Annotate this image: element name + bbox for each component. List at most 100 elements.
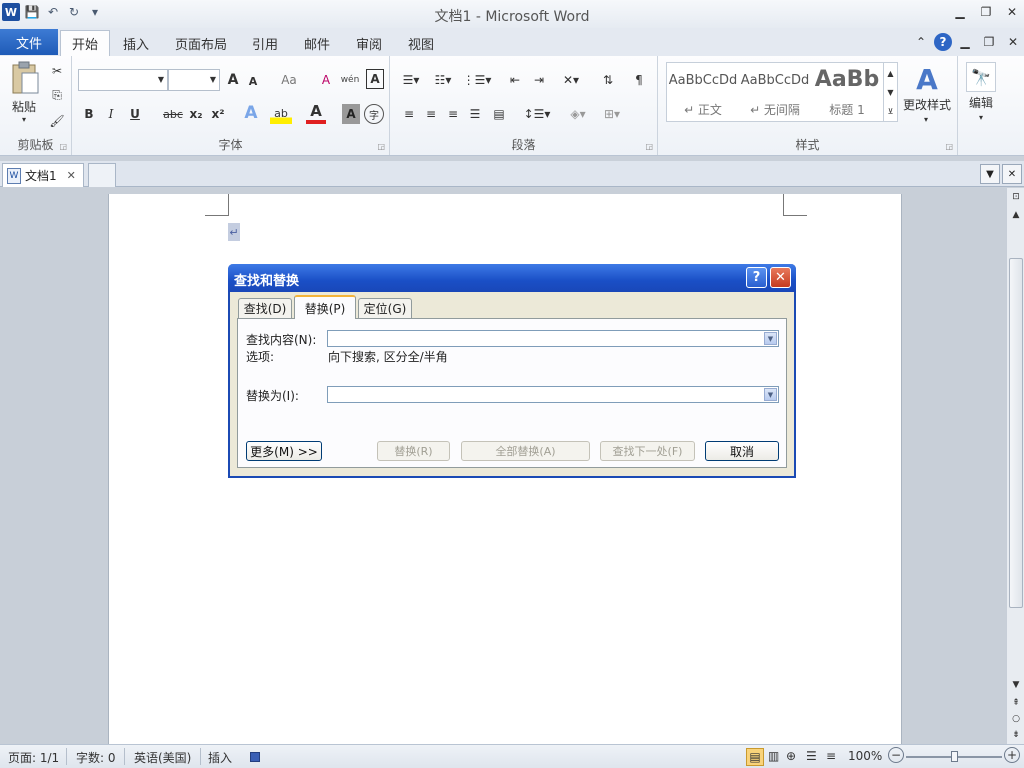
shading-icon[interactable]: ◈▾ xyxy=(562,103,594,125)
show-marks-icon[interactable]: ¶ xyxy=(628,69,650,91)
zoom-out-icon[interactable]: − xyxy=(888,747,904,763)
new-tab-button[interactable] xyxy=(88,163,116,187)
editing-dropdown-icon[interactable]: ▾ xyxy=(975,112,987,122)
grow-font-icon[interactable]: A xyxy=(224,69,242,91)
zoom-level[interactable]: 100% xyxy=(848,749,882,763)
replace-button[interactable]: 替换(R) xyxy=(377,441,450,461)
language-indicator[interactable]: 英语(美国) xyxy=(134,749,191,766)
cancel-button[interactable]: 取消 xyxy=(705,441,779,461)
italic-icon[interactable]: I xyxy=(102,104,120,124)
zoom-slider-thumb[interactable] xyxy=(951,751,958,762)
zoom-slider[interactable] xyxy=(906,751,1002,762)
zoom-in-icon[interactable]: + xyxy=(1004,747,1020,763)
print-layout-icon[interactable]: ▤ xyxy=(746,748,764,766)
distributed-icon[interactable]: ▤ xyxy=(488,103,510,125)
tab-insert[interactable]: 插入 xyxy=(114,30,158,56)
cut-icon[interactable]: ✂ xyxy=(48,62,66,80)
editing-button[interactable]: 编辑 xyxy=(962,94,1000,110)
tab-view[interactable]: 视图 xyxy=(400,30,442,56)
prev-page-icon[interactable]: ⇞ xyxy=(1009,696,1023,710)
line-spacing-icon[interactable]: ↕☰▾ xyxy=(522,103,552,125)
decrease-indent-icon[interactable]: ⇤ xyxy=(504,69,526,91)
find-binoculars-icon[interactable]: 🔭 xyxy=(966,62,996,92)
more-button[interactable]: 更多(M) >> xyxy=(246,441,322,461)
scroll-up-icon[interactable]: ▲ xyxy=(1009,208,1023,222)
justify-icon[interactable]: ☰ xyxy=(464,103,486,125)
highlight-icon[interactable]: ab xyxy=(270,102,292,124)
clear-format-icon[interactable]: A xyxy=(316,69,336,91)
style-no-spacing[interactable]: AaBbCcDd ↵ 无间隔 xyxy=(739,63,811,121)
doc-minimize-icon[interactable]: ▁ xyxy=(954,32,976,52)
style-normal[interactable]: AaBbCcDd ↵ 正文 xyxy=(667,63,739,121)
dialog-help-button[interactable]: ? xyxy=(746,267,767,288)
text-effect-icon[interactable]: A xyxy=(240,102,262,124)
font-color-icon[interactable]: A xyxy=(306,102,326,124)
tab-goto[interactable]: 定位(G) xyxy=(358,298,412,318)
doc-tab-active[interactable]: W 文档1 ✕ xyxy=(2,163,84,187)
tab-replace[interactable]: 替换(P) xyxy=(294,295,356,319)
outline-view-icon[interactable]: ☰ xyxy=(806,749,817,763)
tab-file[interactable]: 文件 xyxy=(0,29,58,55)
doc-tab-close-icon[interactable]: ✕ xyxy=(67,169,76,182)
style-more-icon[interactable]: ⊻ xyxy=(883,102,897,121)
change-styles-button[interactable]: 更改样式 xyxy=(900,96,954,112)
macro-record-icon[interactable] xyxy=(250,752,260,762)
styles-launcher-icon[interactable]: ◲ xyxy=(945,142,953,151)
replace-with-dropdown-icon[interactable]: ▼ xyxy=(764,388,777,401)
next-page-icon[interactable]: ⇟ xyxy=(1009,728,1023,742)
change-styles-dropdown-icon[interactable]: ▾ xyxy=(920,114,932,124)
scrollbar-thumb[interactable] xyxy=(1009,258,1023,608)
help-icon[interactable]: ? xyxy=(934,33,952,51)
minimize-icon[interactable]: ▁ xyxy=(948,2,972,22)
font-name-combo[interactable]: ▼ xyxy=(78,69,168,91)
find-next-button[interactable]: 查找下一处(F) xyxy=(600,441,695,461)
sort-icon[interactable]: ⇅ xyxy=(596,69,620,91)
tab-list-dropdown-icon[interactable]: ▼ xyxy=(980,164,1000,184)
subscript-icon[interactable]: x₂ xyxy=(186,104,206,124)
find-what-dropdown-icon[interactable]: ▼ xyxy=(764,332,777,345)
bullets-icon[interactable]: ☰▾ xyxy=(398,69,424,91)
paste-icon[interactable] xyxy=(8,60,42,98)
full-screen-reading-icon[interactable]: ▥ xyxy=(768,749,779,763)
tab-find[interactable]: 查找(D) xyxy=(238,298,292,318)
style-scroll-down-icon[interactable]: ▼ xyxy=(883,83,897,102)
style-scroll-up-icon[interactable]: ▲ xyxy=(883,63,897,83)
font-size-combo[interactable]: ▼ xyxy=(168,69,220,91)
chinese-layout-icon[interactable]: ✕▾ xyxy=(556,69,586,91)
paste-dropdown-icon[interactable]: ▾ xyxy=(18,114,30,124)
web-layout-icon[interactable]: ⊕ xyxy=(786,749,796,763)
close-window-icon[interactable]: ✕ xyxy=(1000,2,1024,22)
align-left-icon[interactable]: ≡ xyxy=(398,103,420,125)
tab-close-all-icon[interactable]: ✕ xyxy=(1002,164,1022,184)
doc-restore-icon[interactable]: ❐ xyxy=(978,32,1000,52)
scroll-down-icon[interactable]: ▼ xyxy=(1009,678,1023,692)
paragraph-launcher-icon[interactable]: ◲ xyxy=(645,142,653,151)
pinyin-guide-icon[interactable]: wén xyxy=(340,69,360,91)
doc-close-icon[interactable]: ✕ xyxy=(1002,32,1024,52)
superscript-icon[interactable]: x² xyxy=(208,104,228,124)
format-painter-icon[interactable]: 🖌 xyxy=(48,112,66,130)
tab-page-layout[interactable]: 页面布局 xyxy=(168,30,234,56)
dialog-title-bar[interactable]: 查找和替换 ? ✕ xyxy=(228,264,796,292)
enclose-char-icon[interactable]: 字 xyxy=(364,104,384,124)
paste-button[interactable]: 粘贴 xyxy=(4,98,44,114)
word-count[interactable]: 字数: 0 xyxy=(76,749,116,766)
numbering-icon[interactable]: ☷▾ xyxy=(430,69,456,91)
char-shading-icon[interactable]: A xyxy=(342,104,360,124)
replace-all-button[interactable]: 全部替换(A) xyxy=(461,441,590,461)
copy-icon[interactable]: ⎘ xyxy=(48,86,66,104)
font-launcher-icon[interactable]: ◲ xyxy=(377,142,385,151)
restore-icon[interactable]: ❐ xyxy=(974,2,998,22)
underline-icon[interactable]: U xyxy=(126,104,144,124)
char-border-icon[interactable]: A xyxy=(366,69,384,89)
change-case-icon[interactable]: Aa xyxy=(276,69,302,91)
replace-with-input[interactable]: ▼ xyxy=(327,386,779,403)
shrink-font-icon[interactable]: A xyxy=(244,71,262,91)
strikethrough-icon[interactable]: abc xyxy=(160,104,186,124)
tab-review[interactable]: 审阅 xyxy=(348,30,390,56)
borders-icon[interactable]: ⊞▾ xyxy=(596,103,628,125)
browse-object-icon[interactable]: ○ xyxy=(1009,712,1023,726)
style-heading-1[interactable]: AaBb 标题 1 xyxy=(811,63,883,121)
vertical-scrollbar[interactable]: ⊡ ▲ ▼ ⇞ ○ ⇟ xyxy=(1006,188,1024,744)
dialog-close-button[interactable]: ✕ xyxy=(770,267,791,288)
